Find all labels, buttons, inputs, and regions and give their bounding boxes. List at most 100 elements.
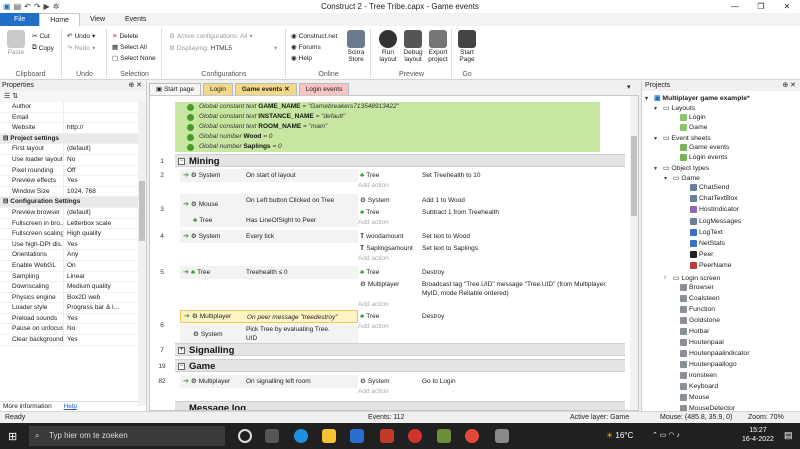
add-action-link[interactable]: Add action [358, 182, 389, 189]
property-value[interactable]: (default) [64, 208, 130, 218]
run-layout-button[interactable]: Run layout [375, 30, 401, 63]
property-value[interactable]: Medium quality [64, 282, 130, 292]
scirra-store-button[interactable]: Scirra Store [343, 30, 369, 63]
event-3-action-1[interactable]: ⚙ System Add 1 to Wood [356, 195, 612, 206]
property-row[interactable]: Loader style Progress bar & l... [0, 303, 146, 314]
property-value[interactable]: No [64, 324, 130, 334]
pin-icon[interactable]: ⊕ ✕ [128, 81, 142, 91]
event-5-action-2[interactable]: ⚙ Multiplayer Broadcast tag "Tree.UID" me… [356, 279, 612, 301]
property-value[interactable]: Box2D web [64, 293, 130, 303]
tab-home[interactable]: Home [39, 13, 80, 26]
maximize-icon[interactable]: ❐ [748, 0, 774, 13]
property-row[interactable]: Preload sounds Yes [0, 313, 146, 325]
object-type-item[interactable]: Function [680, 306, 715, 313]
store-icon[interactable] [350, 429, 364, 443]
select-none-button[interactable]: ▢ Select None [112, 54, 156, 63]
object-type-item[interactable]: LogText [690, 228, 723, 236]
run-quick-icon[interactable]: ▶ [44, 2, 50, 11]
object-type-item[interactable]: ChatTextBox [690, 195, 738, 203]
help-link[interactable]: Help [64, 403, 77, 410]
add-action-link[interactable]: Add action [358, 219, 389, 226]
group-mining[interactable]: − Mining [175, 154, 625, 167]
file-explorer-icon[interactable] [322, 429, 336, 443]
property-value[interactable]: Yes [64, 176, 130, 186]
event-sheet-scrollbar[interactable] [630, 96, 638, 410]
chevron-down-icon[interactable]: ▾ [654, 165, 661, 172]
property-row[interactable]: Website http:// [0, 123, 146, 134]
debug-quick-icon[interactable]: ✲ [53, 2, 60, 11]
add-action-link[interactable]: Add action [358, 255, 389, 262]
paste-button[interactable]: Paste [3, 30, 29, 56]
categorized-icon[interactable]: ☰ [4, 93, 10, 100]
sheet-game-events[interactable]: Game events [680, 144, 729, 151]
global-variable[interactable]: Global constant text INSTANCE_NAME = "de… [175, 112, 600, 122]
weather-widget[interactable]: ☀ 16°C [606, 431, 633, 440]
event-3-condition-1[interactable]: ➔ ⚙ Mouse On Left button Clicked on Tree [180, 194, 358, 214]
property-row[interactable]: Enable WebGL On [0, 260, 146, 272]
event-4-action-1[interactable]: 𝐓woodamount Set text to Wood [356, 231, 612, 242]
group-signalling[interactable]: + Signalling [175, 343, 625, 356]
property-row[interactable]: Downscaling Medium quality [0, 282, 146, 293]
property-value[interactable]: 1024, 768 [64, 187, 130, 197]
windows-start-icon[interactable]: ⊞ [8, 430, 17, 443]
mail-icon[interactable] [380, 429, 394, 443]
redo-quick-icon[interactable]: ↷ [34, 2, 41, 11]
property-section[interactable]: ⊟ Project settings [0, 133, 146, 145]
global-variable[interactable]: Global constant text GAME_NAME = "Gamebr… [175, 102, 600, 112]
tray-icons[interactable]: ⌃ ▭ ◠ ♪ [652, 431, 680, 439]
property-row[interactable]: Pixel rounding Off [0, 165, 146, 177]
property-row[interactable]: Pause on unfocus No [0, 324, 146, 336]
property-row[interactable]: First layout (default) [0, 144, 146, 155]
property-row[interactable]: Fullscreen in bro... Letterbox scale [0, 218, 146, 230]
help-button[interactable]: ◉ Help [291, 54, 312, 63]
object-type-item[interactable]: ironsteen [680, 372, 717, 379]
minimize-icon[interactable]: — [722, 0, 748, 13]
property-value[interactable]: Yes [64, 335, 130, 345]
property-row[interactable]: Preview effects Yes [0, 176, 146, 187]
tab-game-events[interactable]: Game events ✕ [234, 83, 297, 95]
object-type-item[interactable]: Coalsteen [680, 295, 720, 302]
global-variable[interactable]: Global number Saplings = 0 [175, 142, 600, 152]
property-value[interactable]: (default) [64, 144, 130, 154]
property-value[interactable]: http:// [64, 123, 130, 133]
property-row[interactable]: Email [0, 112, 146, 124]
undo-button[interactable]: ↶ Undo ▾ [67, 32, 95, 41]
property-row[interactable]: Use high-DPI dis... Yes [0, 239, 146, 251]
property-value[interactable]: Yes [64, 240, 130, 250]
add-action-link[interactable]: Add action [358, 388, 389, 395]
save-icon[interactable]: ▤ [14, 2, 22, 11]
event-4-action-2[interactable]: 𝐓 Saplingsamount Set text to Saplings [356, 243, 612, 254]
minecraft-icon[interactable] [437, 429, 451, 443]
event-82-condition[interactable]: ➔ ⚙ Multiplayer On signalling left room [180, 375, 358, 388]
tab-start-page[interactable]: ▣ Start page [149, 83, 201, 95]
sheet-login-events[interactable]: Login events [680, 154, 728, 161]
global-variable[interactable]: Global constant text ROOM_NAME = "main" [175, 122, 600, 132]
event-3-condition-2[interactable]: ♣ Tree Has LineOfSight to Peer [180, 214, 358, 227]
redo-button[interactable]: ↷ Redo ▾ [67, 44, 95, 53]
property-row[interactable]: Orientations Any [0, 250, 146, 261]
properties-scrollbar[interactable] [138, 101, 146, 406]
chevron-down-icon[interactable]: ▾ [654, 135, 661, 142]
object-type-item[interactable]: Houtenpaalindicator [680, 350, 749, 357]
object-types-folder[interactable]: ▾ ▭ Object types [654, 164, 709, 173]
object-type-item[interactable]: ChatSend [690, 184, 729, 191]
tabs-scroll-icon[interactable]: ▾ [627, 83, 631, 91]
login-screen-folder[interactable]: › ▭ Login screen [664, 274, 720, 283]
property-value[interactable]: Any [64, 250, 130, 260]
object-type-item[interactable]: Hotbar [680, 328, 709, 335]
object-type-item[interactable]: Peer [690, 251, 713, 259]
add-action-link[interactable]: Add action [358, 323, 389, 330]
property-value[interactable]: Progress bar & l... [64, 303, 130, 313]
construct-taskbar-icon[interactable] [495, 429, 509, 443]
event-6-action[interactable]: ♣ Tree Destroy [356, 311, 612, 322]
tab-login-events[interactable]: Login events [298, 83, 350, 95]
game-folder[interactable]: ▾ ▭ Game [664, 174, 700, 183]
property-value[interactable]: Yes [64, 314, 130, 324]
object-type-item[interactable]: Mouse [680, 394, 709, 401]
chevron-down-icon[interactable]: ▾ [664, 175, 671, 182]
cortana-icon[interactable] [238, 429, 252, 443]
object-type-item[interactable]: HostIndicator [690, 206, 739, 214]
chevron-down-icon[interactable]: ▾ [654, 105, 661, 112]
property-row[interactable]: Preview browser (default) [0, 207, 146, 219]
property-row[interactable]: Physics engine Box2D web [0, 292, 146, 304]
